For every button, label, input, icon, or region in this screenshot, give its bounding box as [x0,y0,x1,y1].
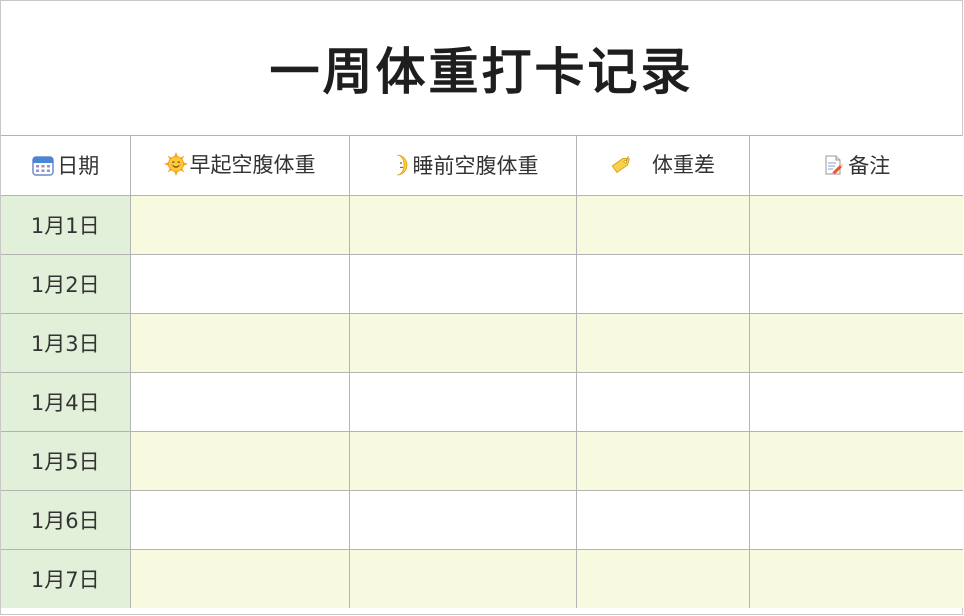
header-night-weight: 睡前空腹体重 [349,136,577,196]
morning-weight-cell[interactable] [130,490,350,550]
table-row: 1月5日 [1,431,963,491]
weight-table: 日期 早起空腹体重 睡前空腹体重 体重差 备注 1月1日 1月2日 1月3日 1… [1,136,963,608]
table-row: 1月2日 [1,254,963,314]
table-row: 1月1日 [1,195,963,255]
night-weight-cell[interactable] [349,490,577,550]
morning-weight-cell[interactable] [130,549,350,608]
table-row: 1月6日 [1,490,963,550]
table-row: 1月7日 [1,549,963,608]
header-row: 日期 早起空腹体重 睡前空腹体重 体重差 备注 [1,136,963,196]
note-cell[interactable] [749,254,963,314]
memo-pencil-icon [822,153,846,177]
header-date: 日期 [1,136,131,196]
date-cell: 1月6日 [1,490,131,550]
morning-weight-cell[interactable] [130,313,350,373]
header-note-label: 备注 [848,153,891,178]
morning-weight-cell[interactable] [130,254,350,314]
weight-diff-cell[interactable] [576,313,750,373]
night-weight-cell[interactable] [349,254,577,314]
night-weight-cell[interactable] [349,372,577,432]
note-cell[interactable] [749,549,963,608]
date-cell: 1月5日 [1,431,131,491]
header-weight-diff: 体重差 [576,136,750,196]
header-weight-diff-label: 体重差 [652,153,715,178]
night-weight-cell[interactable] [349,195,577,255]
note-cell[interactable] [749,431,963,491]
date-cell: 1月1日 [1,195,131,255]
weight-diff-cell[interactable] [576,254,750,314]
note-cell[interactable] [749,313,963,373]
night-weight-cell[interactable] [349,431,577,491]
morning-weight-cell[interactable] [130,431,350,491]
header-date-label: 日期 [57,153,100,178]
weight-diff-cell[interactable] [576,549,750,608]
crescent-moon-icon [387,153,411,177]
morning-weight-cell[interactable] [130,195,350,255]
date-cell: 1月2日 [1,254,131,314]
night-weight-cell[interactable] [349,549,577,608]
morning-weight-cell[interactable] [130,372,350,432]
note-cell[interactable] [749,372,963,432]
weight-log-sheet: 一周体重打卡记录 日期 早起空腹体重 睡前空腹体重 体重差 备注 1月1日 1月… [0,0,963,615]
weight-diff-cell[interactable] [576,431,750,491]
note-cell[interactable] [749,490,963,550]
date-cell: 1月3日 [1,313,131,373]
night-weight-cell[interactable] [349,313,577,373]
date-cell: 1月4日 [1,372,131,432]
date-cell: 1月7日 [1,549,131,608]
calendar-icon [31,153,55,177]
tag-icon [610,152,634,176]
weight-diff-cell[interactable] [576,372,750,432]
weight-diff-cell[interactable] [576,195,750,255]
smiling-sun-icon [163,152,188,177]
header-note: 备注 [749,136,963,196]
header-morning-weight: 早起空腹体重 [130,136,350,196]
note-cell[interactable] [749,195,963,255]
table-row: 1月4日 [1,372,963,432]
page-title: 一周体重打卡记录 [1,1,962,136]
weight-diff-cell[interactable] [576,490,750,550]
header-night-weight-label: 睡前空腹体重 [412,153,539,178]
header-morning-weight-label: 早起空腹体重 [189,153,316,178]
table-row: 1月3日 [1,313,963,373]
